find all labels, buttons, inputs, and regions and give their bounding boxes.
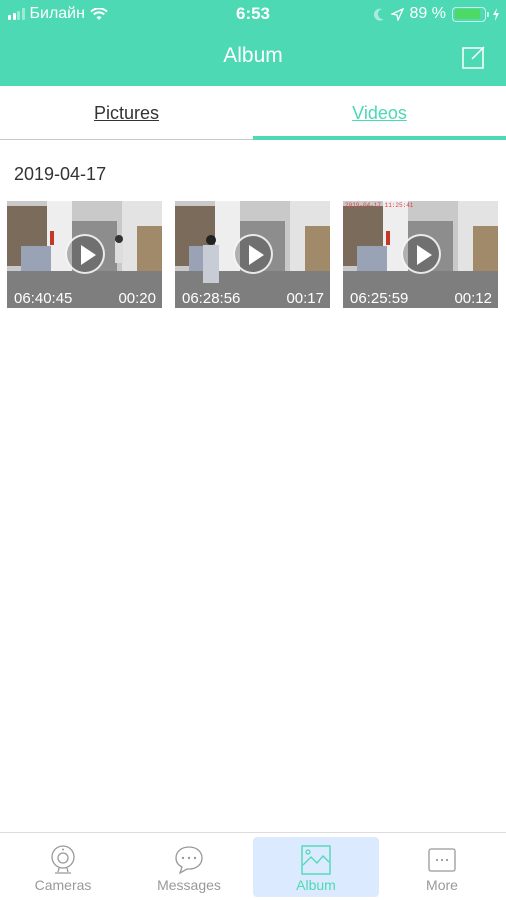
video-time: 06:40:45: [14, 290, 73, 307]
video-thumbnail[interactable]: 2019-04-17 11:25:41 06:25:59 00:12: [343, 201, 498, 308]
tabbar-item-more[interactable]: More: [379, 837, 505, 897]
video-duration: 00:12: [454, 290, 492, 307]
bottom-tab-bar: Cameras Messages Album More: [0, 832, 506, 900]
tabbar-item-messages[interactable]: Messages: [126, 837, 252, 897]
section-date: 2019-04-17: [14, 164, 107, 184]
video-time: 06:25:59: [350, 290, 409, 307]
tabbar-label: Cameras: [34, 877, 92, 893]
tab-pictures[interactable]: Pictures: [0, 86, 253, 140]
video-grid: 06:40:45 00:20 06:28:56 00:17 2019-04-17…: [7, 201, 498, 308]
camera-icon: [51, 845, 75, 874]
message-icon: [175, 846, 203, 875]
tabbar-label: Album: [296, 877, 336, 893]
page-title: Album: [223, 44, 283, 67]
video-thumbnail[interactable]: 06:28:56 00:17: [175, 201, 330, 308]
edit-icon[interactable]: [462, 45, 486, 69]
image-icon: [301, 845, 331, 875]
video-duration: 00:17: [286, 290, 324, 307]
tab-videos[interactable]: Videos: [253, 86, 506, 140]
battery-fill: [454, 9, 481, 19]
segment-tabs: Pictures Videos: [0, 86, 506, 140]
video-duration: 00:20: [118, 290, 156, 307]
active-tab-indicator: [253, 136, 506, 140]
status-bar: Билайн 6:53 89 %: [0, 0, 506, 28]
app-header: Билайн 6:53 89 % Album: [0, 0, 506, 86]
tabbar-label: More: [426, 877, 458, 893]
more-icon: [428, 848, 456, 872]
video-time: 06:28:56: [182, 290, 241, 307]
tabbar-item-album[interactable]: Album: [253, 837, 379, 897]
video-timestamp-overlay: 2019-04-17 11:25:41: [345, 202, 414, 209]
battery-percent: 89 %: [409, 5, 446, 22]
battery-icon: [452, 6, 489, 22]
play-icon[interactable]: [401, 234, 441, 274]
play-icon[interactable]: [65, 234, 105, 274]
location-icon: [390, 7, 404, 21]
charging-icon: [493, 7, 499, 21]
play-icon[interactable]: [233, 234, 273, 274]
tabbar-label: Messages: [157, 877, 221, 893]
moon-icon: [373, 8, 384, 21]
video-thumbnail[interactable]: 06:40:45 00:20: [7, 201, 162, 308]
tabbar-item-cameras[interactable]: Cameras: [0, 837, 126, 897]
